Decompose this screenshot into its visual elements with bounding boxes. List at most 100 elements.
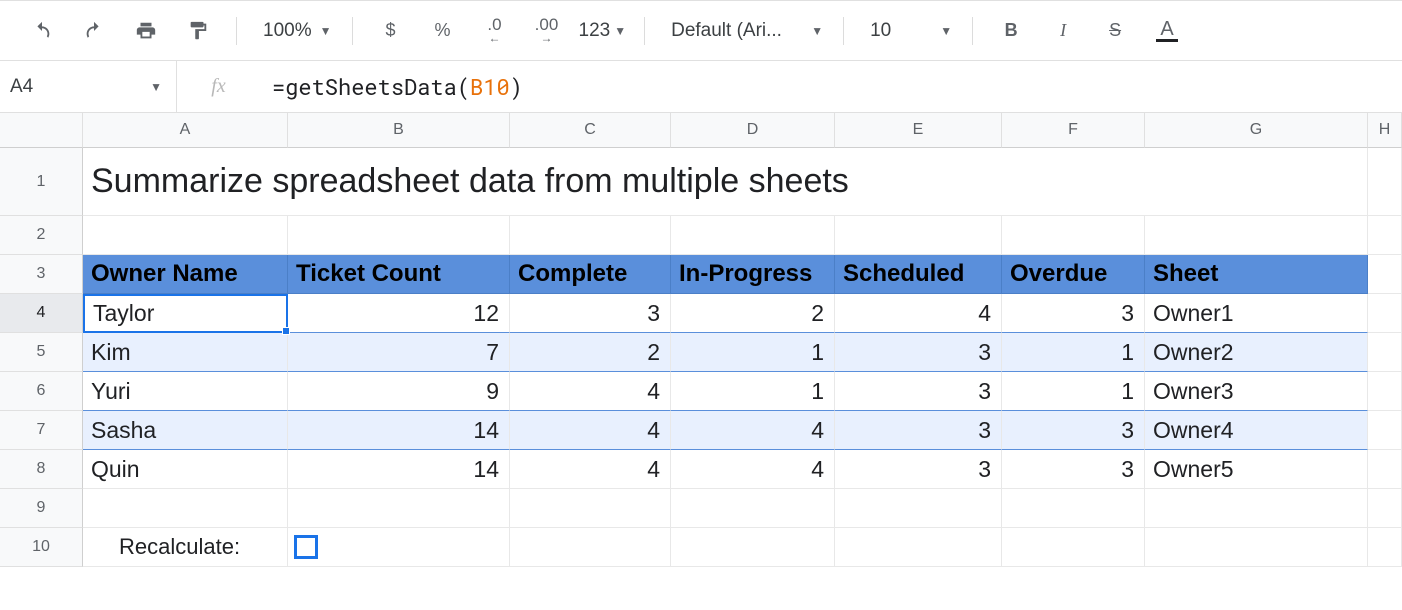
cell[interactable]: 4 (510, 372, 671, 411)
row-header-1[interactable]: 1 (0, 148, 83, 216)
text-color-button[interactable]: A (1147, 11, 1187, 51)
undo-button[interactable] (22, 11, 62, 51)
name-box[interactable]: A4 ▼ (0, 61, 176, 112)
print-button[interactable] (126, 11, 166, 51)
header-scheduled[interactable]: Scheduled (835, 255, 1002, 294)
paint-format-button[interactable] (178, 11, 218, 51)
italic-button[interactable]: I (1043, 11, 1083, 51)
cell[interactable]: Quin (83, 450, 288, 489)
percent-button[interactable]: % (423, 11, 463, 51)
cell[interactable] (1368, 255, 1402, 294)
cell[interactable]: 4 (510, 411, 671, 450)
cell[interactable]: 4 (671, 411, 835, 450)
cell[interactable]: 2 (510, 333, 671, 372)
header-ticket-count[interactable]: Ticket Count (288, 255, 510, 294)
cell[interactable]: Owner2 (1145, 333, 1368, 372)
header-owner-name[interactable]: Owner Name (83, 255, 288, 294)
cell[interactable]: 3 (510, 294, 671, 333)
bold-button[interactable]: B (991, 11, 1031, 51)
cell[interactable]: 4 (510, 450, 671, 489)
col-header-A[interactable]: A (83, 113, 288, 148)
cell[interactable] (1368, 294, 1402, 333)
recalculate-checkbox[interactable] (294, 535, 318, 559)
col-header-H[interactable]: H (1368, 113, 1402, 148)
cell[interactable] (288, 489, 510, 528)
cell[interactable] (1368, 216, 1402, 255)
row-header-7[interactable]: 7 (0, 411, 83, 450)
cell[interactable] (1368, 489, 1402, 528)
cell[interactable]: 2 (671, 294, 835, 333)
cell[interactable] (1002, 216, 1145, 255)
cell[interactable]: Yuri (83, 372, 288, 411)
formula-bar[interactable]: =getSheetsData(B10) (260, 72, 1402, 101)
cell[interactable] (1368, 372, 1402, 411)
cell[interactable]: 9 (288, 372, 510, 411)
col-header-G[interactable]: G (1145, 113, 1368, 148)
increase-decimal-button[interactable]: .00 → (527, 11, 567, 51)
cell[interactable] (1368, 411, 1402, 450)
cell[interactable]: 14 (288, 450, 510, 489)
cell[interactable] (1368, 333, 1402, 372)
cell[interactable]: Sasha (83, 411, 288, 450)
cell[interactable]: Owner4 (1145, 411, 1368, 450)
cell[interactable] (671, 489, 835, 528)
col-header-E[interactable]: E (835, 113, 1002, 148)
cell[interactable]: 3 (1002, 294, 1145, 333)
currency-button[interactable]: $ (371, 11, 411, 51)
select-all-corner[interactable] (0, 113, 83, 148)
title-cell[interactable]: Summarize spreadsheet data from multiple… (83, 148, 1368, 216)
cell[interactable] (1145, 216, 1368, 255)
cell[interactable] (835, 216, 1002, 255)
header-sheet[interactable]: Sheet (1145, 255, 1368, 294)
cell[interactable]: Owner3 (1145, 372, 1368, 411)
cell[interactable] (1368, 148, 1402, 216)
cell[interactable]: Kim (83, 333, 288, 372)
row-header-3[interactable]: 3 (0, 255, 83, 294)
cell[interactable]: 4 (671, 450, 835, 489)
col-header-B[interactable]: B (288, 113, 510, 148)
cell[interactable] (1145, 528, 1368, 567)
cell[interactable]: 12 (288, 294, 510, 333)
row-header-8[interactable]: 8 (0, 450, 83, 489)
cell[interactable]: 3 (1002, 450, 1145, 489)
selected-cell[interactable]: Taylor (83, 294, 288, 333)
col-header-F[interactable]: F (1002, 113, 1145, 148)
col-header-C[interactable]: C (510, 113, 671, 148)
cell[interactable]: Owner1 (1145, 294, 1368, 333)
strike-button[interactable]: S (1095, 11, 1135, 51)
cell[interactable] (510, 489, 671, 528)
col-header-D[interactable]: D (671, 113, 835, 148)
cell[interactable]: 1 (671, 333, 835, 372)
row-header-6[interactable]: 6 (0, 372, 83, 411)
cell[interactable]: 3 (835, 372, 1002, 411)
cell[interactable]: 7 (288, 333, 510, 372)
cell[interactable]: 1 (671, 372, 835, 411)
cell[interactable]: Owner5 (1145, 450, 1368, 489)
cell[interactable] (1145, 489, 1368, 528)
row-header-4[interactable]: 4 (0, 294, 83, 333)
selection-handle[interactable] (282, 327, 290, 335)
cell[interactable]: 3 (1002, 411, 1145, 450)
cell[interactable] (1002, 528, 1145, 567)
cell[interactable] (835, 528, 1002, 567)
cell[interactable] (83, 489, 288, 528)
zoom-dropdown[interactable]: 100% ▼ (251, 11, 338, 51)
row-header-2[interactable]: 2 (0, 216, 83, 255)
cell[interactable] (1368, 450, 1402, 489)
decrease-decimal-button[interactable]: .0 ← (475, 11, 515, 51)
cell[interactable] (671, 216, 835, 255)
redo-button[interactable] (74, 11, 114, 51)
cell[interactable]: 1 (1002, 333, 1145, 372)
cell[interactable]: 3 (835, 450, 1002, 489)
recalculate-label[interactable]: Recalculate: (83, 528, 288, 567)
font-size-dropdown[interactable]: 10 ▼ (858, 11, 958, 51)
more-formats-dropdown[interactable]: 123 ▼ (579, 11, 627, 51)
cell[interactable] (835, 489, 1002, 528)
cell[interactable] (671, 528, 835, 567)
cell[interactable]: 1 (1002, 372, 1145, 411)
font-dropdown[interactable]: Default (Ari... ▼ (659, 11, 829, 51)
row-header-5[interactable]: 5 (0, 333, 83, 372)
row-header-9[interactable]: 9 (0, 489, 83, 528)
cell[interactable]: 14 (288, 411, 510, 450)
header-complete[interactable]: Complete (510, 255, 671, 294)
